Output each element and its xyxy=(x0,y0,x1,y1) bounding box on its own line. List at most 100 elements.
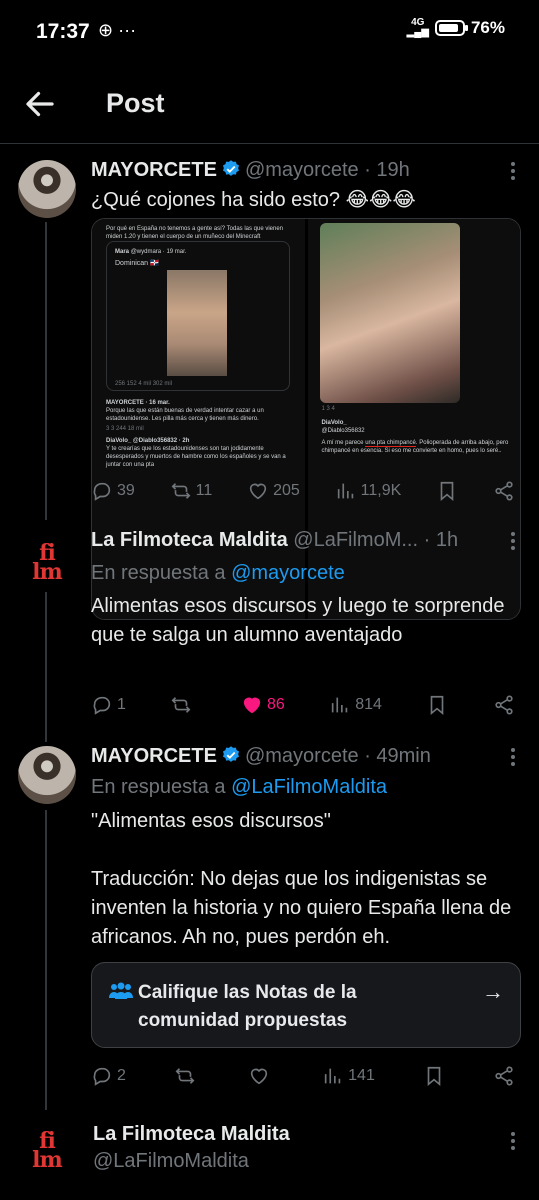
media-right-reply-text: A mí me parece una pta chimpancé. Poliop… xyxy=(322,439,517,455)
media-left-quote: Mara @wydmara · 19 mar. Dominican 🇩🇴 256… xyxy=(106,241,290,391)
more-options-icon[interactable] xyxy=(509,748,517,770)
reply-icon xyxy=(93,1067,111,1086)
share-button[interactable] xyxy=(493,694,515,716)
reply2-name: DiaVolo_ @Diablo356832 · 2h xyxy=(106,438,190,444)
quote-photo xyxy=(167,270,227,376)
views-icon xyxy=(332,697,348,713)
post-header: La Filmoteca Maldita @LaFilmoM... · 1h xyxy=(91,526,499,554)
media-left-caption: Por qué en España no tenemos a gente así… xyxy=(106,226,284,240)
media-left-reply2: DiaVolo_ @Diablo356832 · 2h Y te crearías… xyxy=(106,437,301,469)
right-reply-underlined: una pta chimpancé xyxy=(365,440,416,447)
reply-prefix: En respuesta a xyxy=(91,776,232,798)
bookmark-icon xyxy=(440,481,454,502)
arrow-right-icon: → xyxy=(482,979,504,1004)
views-count: 814 xyxy=(355,696,382,713)
verified-badge-icon xyxy=(222,160,239,176)
like-button[interactable]: 86 xyxy=(241,694,285,716)
post-text: "Alimentas esos discursos" Traducción: N… xyxy=(91,810,512,948)
repost-button[interactable]: 11 xyxy=(170,480,212,502)
post-text: Alimentas esos discursos y luego te sorp… xyxy=(91,595,511,646)
views-icon xyxy=(324,1068,341,1084)
post-header: La Filmoteca Maldita xyxy=(93,1120,499,1148)
reply1-name: MAYORCETE · 16 mar. xyxy=(106,400,170,406)
verified-badge-icon xyxy=(222,746,239,762)
author-name[interactable]: MAYORCETE xyxy=(91,745,217,767)
bookmark-button[interactable] xyxy=(426,694,448,716)
author-name[interactable]: La Filmoteca Maldita xyxy=(93,1123,290,1145)
heart-filled-icon xyxy=(243,697,261,714)
filmo-logo: fi lm xyxy=(32,540,63,585)
author-name[interactable]: MAYORCETE xyxy=(91,159,217,181)
views-button[interactable]: 11,9K xyxy=(335,480,401,502)
views-button[interactable]: 814 xyxy=(329,694,382,716)
post-time: · 1h xyxy=(423,529,459,551)
more-options-icon[interactable] xyxy=(509,162,517,184)
media-left-reply1: MAYORCETE · 16 mar. Porque las que están … xyxy=(106,399,296,423)
reply1-text: Porque las que están buenas de verdad in… xyxy=(106,408,264,422)
community-notes-prompt[interactable]: Califique las Notas de la comunidad prop… xyxy=(91,962,521,1048)
post-reply[interactable]: MAYORCETE @mayorcete · 49min En respuesta… xyxy=(0,742,539,1102)
post-reply[interactable]: fi lm La Filmoteca Maldita @LaFilmoMaldit… xyxy=(0,1112,539,1200)
reply-button[interactable]: 2 xyxy=(91,1065,126,1087)
repost-icon xyxy=(175,1068,195,1084)
bookmark-button[interactable] xyxy=(436,480,458,502)
network-label: 4G xyxy=(411,17,425,28)
repost-button[interactable] xyxy=(174,1065,200,1087)
reply-to-link[interactable]: @mayorcete xyxy=(231,562,345,584)
post-time: · 19h xyxy=(364,159,410,181)
battery-icon xyxy=(434,20,468,36)
author-handle[interactable]: @LaFilmoM... xyxy=(293,529,418,551)
share-button[interactable] xyxy=(493,1065,515,1087)
status-time: 17:37 xyxy=(36,20,90,43)
bookmark-button[interactable] xyxy=(423,1065,445,1087)
right-reply-sub: @Diablo356832 xyxy=(321,428,365,434)
right-reply-name: DiaVolo_ xyxy=(321,420,347,426)
status-bar: 17:37 ⊕ ··· 4G ▂▄▆ 76% xyxy=(0,0,539,66)
share-button[interactable] xyxy=(493,480,515,502)
like-button[interactable]: 205 xyxy=(247,480,300,502)
share-icon xyxy=(495,481,513,501)
like-button[interactable] xyxy=(248,1065,274,1087)
post-reply[interactable]: fi lm La Filmoteca Maldita @LaFilmoM... ·… xyxy=(0,526,539,726)
avatar[interactable] xyxy=(18,746,76,804)
reply-button[interactable]: 1 xyxy=(91,694,126,716)
right-reply-pre: A mí me parece xyxy=(321,440,366,446)
quote-text: Dominican 🇩🇴 xyxy=(115,260,159,267)
page-title: Post xyxy=(106,88,165,118)
top-header: Post xyxy=(0,66,539,144)
author-handle[interactable]: @mayorcete xyxy=(245,159,359,181)
post-actions: 39 11 205 11,9K xyxy=(91,476,515,506)
post-actions: 1 86 814 xyxy=(91,690,515,720)
media-right-photo xyxy=(319,223,460,403)
quote-stats: 256 152 4 mil 302 mil xyxy=(115,381,173,387)
author-handle[interactable]: @LaFilmoMaldita xyxy=(93,1147,249,1175)
reply-context: En respuesta a @mayorcete xyxy=(91,559,345,587)
post-actions: 2 141 xyxy=(91,1061,515,1091)
share-icon xyxy=(495,695,513,715)
back-arrow-icon[interactable] xyxy=(22,86,58,122)
avatar[interactable]: fi lm xyxy=(18,1122,76,1180)
quote-sub: @wydmara · 19 mar. xyxy=(130,249,187,255)
repost-button[interactable] xyxy=(170,694,196,716)
avatar[interactable] xyxy=(18,160,76,218)
avatar[interactable]: fi lm xyxy=(18,534,76,592)
quote-author: Mara @wydmara · 19 mar. xyxy=(115,248,186,256)
reply-icon xyxy=(93,482,111,501)
heart-icon xyxy=(249,483,267,500)
views-button[interactable]: 141 xyxy=(322,1065,375,1087)
reply-to-link[interactable]: @LaFilmoMaldita xyxy=(231,776,387,798)
reply-context: En respuesta a @LaFilmoMaldita xyxy=(91,773,387,801)
reply-button[interactable]: 39 xyxy=(91,480,135,502)
bookmark-icon xyxy=(431,695,444,716)
more-options-icon[interactable] xyxy=(509,1132,517,1154)
share-icon xyxy=(495,1066,513,1086)
community-people-icon xyxy=(109,982,133,999)
reply-count: 39 xyxy=(117,482,135,499)
post-text: ¿Qué cojones ha sido esto? 😂😂😂 xyxy=(91,189,416,211)
post-main[interactable]: MAYORCETE @mayorcete · 19h ¿Qué cojones h… xyxy=(0,156,539,620)
post-header: MAYORCETE @mayorcete · 49min xyxy=(91,742,499,770)
author-handle[interactable]: @mayorcete xyxy=(245,745,359,767)
like-count: 205 xyxy=(273,482,300,499)
author-name[interactable]: La Filmoteca Maldita xyxy=(91,529,288,551)
more-options-icon[interactable] xyxy=(509,532,517,554)
